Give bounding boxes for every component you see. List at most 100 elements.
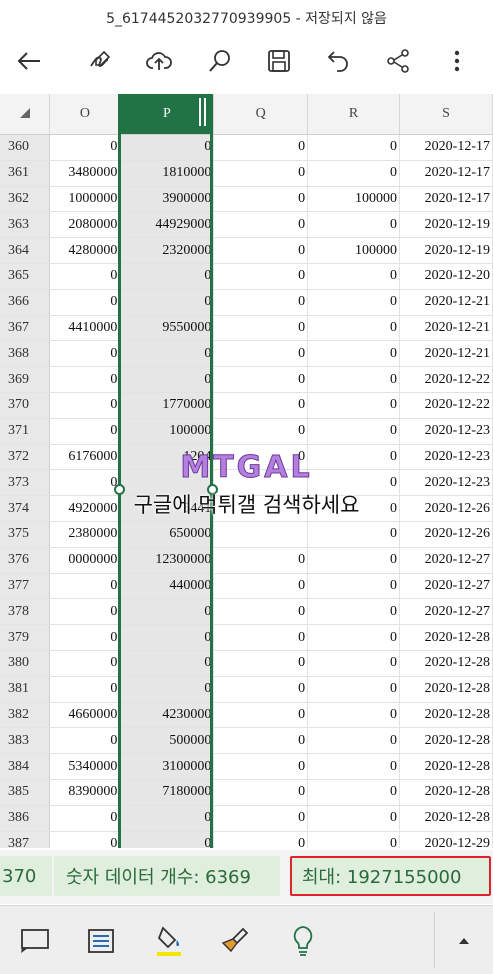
cell-s[interactable]: 2020-12-28 [399,779,493,806]
cell-r[interactable]: 0 [307,831,401,848]
column-header-s[interactable]: S [399,94,493,135]
column-header-q[interactable]: Q [213,94,309,135]
cell-p[interactable]: 7180000 [119,779,215,806]
row-number[interactable]: 368 [0,340,51,368]
cell-q[interactable]: 0 [213,573,309,600]
cell-r[interactable]: 0 [307,753,401,780]
row-number[interactable]: 365 [0,263,51,290]
cell-q[interactable]: 0 [213,418,309,445]
cell-r[interactable]: 0 [307,211,401,239]
cell-p[interactable]: 2320000 [119,237,215,264]
save-icon[interactable] [262,44,296,78]
format-cells-icon[interactable] [82,922,120,960]
cell-o[interactable]: 4410000 [49,315,121,342]
back-arrow-icon[interactable] [12,44,46,78]
cell-q[interactable]: 0 [213,753,309,780]
cell-q[interactable]: 0 [213,392,309,419]
cell-r[interactable]: 0 [307,727,401,755]
cell-r[interactable]: 100000 [307,237,401,264]
cell-s[interactable]: 2020-12-29 [399,831,493,848]
cell-q[interactable]: 0 [213,263,309,290]
lightbulb-icon[interactable] [284,922,322,960]
status-max[interactable]: 최대: 1927155000 [290,856,491,896]
status-partial[interactable]: 370 [0,856,52,896]
row-number[interactable]: 367 [0,315,51,342]
cell-s[interactable]: 2020-12-26 [399,521,493,548]
cell-p[interactable]: 3900000 [119,186,215,213]
cell-o[interactable]: 2080000 [49,211,121,239]
select-all-corner[interactable] [0,94,51,135]
status-count[interactable]: 숫자 데이터 개수: 6369 [54,856,280,896]
format-painter-icon[interactable] [216,922,254,960]
cell-p[interactable]: 0 [119,263,215,290]
column-header-o[interactable]: O [49,94,121,135]
cell-r[interactable]: 0 [307,676,401,703]
cell-s[interactable]: 2020-12-28 [399,650,493,677]
cell-p[interactable]: 0 [119,134,215,161]
row-number[interactable]: 384 [0,753,51,780]
cell-s[interactable]: 2020-12-22 [399,392,493,419]
row-number[interactable]: 366 [0,289,51,316]
row-number[interactable]: 362 [0,186,51,213]
cell-r[interactable]: 0 [307,598,401,626]
cell-s[interactable]: 2020-12-17 [399,186,493,213]
cell-p[interactable]: 3100000 [119,753,215,780]
column-header-r[interactable]: R [307,94,401,135]
row-number[interactable]: 363 [0,211,51,239]
cell-q[interactable]: 0 [213,598,309,626]
cell-p[interactable]: 0 [119,805,215,832]
cell-p[interactable]: 100000 [119,418,215,445]
cell-s[interactable]: 2020-12-21 [399,340,493,368]
share-icon[interactable] [381,44,415,78]
cell-q[interactable]: 0 [213,366,309,393]
cell-s[interactable]: 2020-12-27 [399,547,493,574]
cell-q[interactable]: 0 [213,134,309,161]
cell-r[interactable]: 0 [307,521,401,548]
cell-o[interactable]: 0 [49,650,121,677]
cell-s[interactable]: 2020-12-17 [399,134,493,161]
cell-r[interactable]: 0 [307,650,401,677]
cell-o[interactable]: 0 [49,366,121,393]
cell-p[interactable]: 9550000 [119,315,215,342]
cell-r[interactable]: 0 [307,702,401,729]
cell-s[interactable]: 2020-12-28 [399,753,493,780]
row-number[interactable]: 385 [0,779,51,806]
cell-q[interactable]: 0 [213,831,309,848]
row-number[interactable]: 360 [0,134,51,161]
cell-o[interactable]: 4280000 [49,237,121,264]
cell-s[interactable]: 2020-12-28 [399,702,493,729]
cell-q[interactable]: 0 [213,340,309,368]
row-number[interactable]: 361 [0,160,51,187]
cell-o[interactable]: 0 [49,418,121,445]
cell-s[interactable]: 2020-12-21 [399,289,493,316]
row-number[interactable]: 364 [0,237,51,264]
pen-draw-icon[interactable] [84,44,118,78]
search-icon[interactable] [203,44,237,78]
row-number[interactable]: 370 [0,392,51,419]
row-number[interactable]: 376 [0,547,51,574]
column-resize-handle[interactable] [199,98,201,126]
cell-p[interactable]: 1770000 [119,392,215,419]
cell-r[interactable]: 0 [307,624,401,651]
row-number[interactable]: 386 [0,805,51,832]
cell-s[interactable]: 2020-12-20 [399,263,493,290]
cell-p[interactable]: 0 [119,831,215,848]
comment-icon[interactable] [16,922,54,960]
cell-o[interactable]: 5340000 [49,753,121,780]
cell-s[interactable]: 2020-12-22 [399,366,493,393]
cell-s[interactable]: 2020-12-27 [399,598,493,626]
cell-s[interactable]: 2020-12-19 [399,211,493,239]
row-number[interactable]: 380 [0,650,51,677]
fill-color-icon[interactable] [150,922,188,960]
cell-p[interactable]: 4230000 [119,702,215,729]
cell-q[interactable]: 0 [213,289,309,316]
undo-icon[interactable] [321,44,355,78]
cell-o[interactable]: 3480000 [49,160,121,187]
row-number[interactable]: 375 [0,521,51,548]
cell-r[interactable]: 0 [307,547,401,574]
cell-p[interactable]: 440000 [119,573,215,600]
cell-o[interactable]: 4660000 [49,702,121,729]
cell-p[interactable]: 0 [119,676,215,703]
cell-r[interactable]: 0 [307,263,401,290]
cell-q[interactable]: 0 [213,160,309,187]
